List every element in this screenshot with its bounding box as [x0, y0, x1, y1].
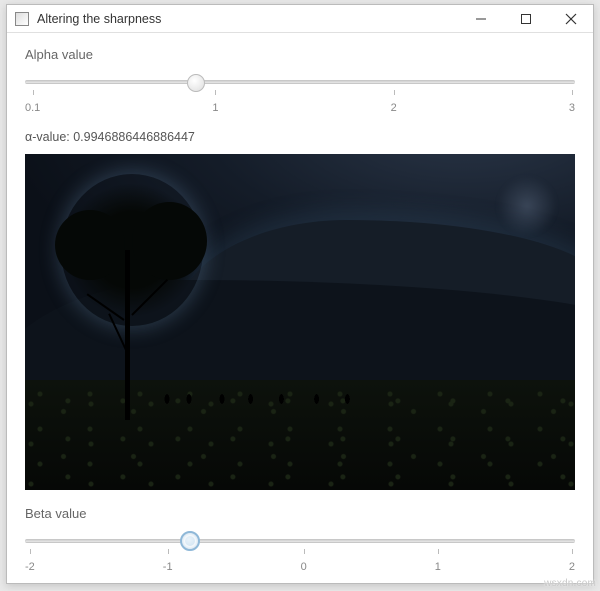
alpha-readout: α-value: 0.9946886446886447 [25, 130, 575, 144]
close-button[interactable] [548, 5, 593, 32]
alpha-label: Alpha value [25, 47, 575, 62]
alpha-slider-track [25, 80, 575, 84]
window-controls [458, 5, 593, 32]
tick-label: 0 [301, 561, 307, 573]
app-window: Altering the sharpness Alpha value 0.1 1 2… [6, 4, 594, 584]
beta-slider-track [25, 539, 575, 543]
alpha-slider-thumb[interactable] [187, 74, 205, 92]
window-title: Altering the sharpness [37, 12, 458, 26]
tick-label: 2 [569, 561, 575, 573]
titlebar[interactable]: Altering the sharpness [7, 5, 593, 33]
tick-label: 2 [391, 102, 397, 114]
tick-label: 3 [569, 102, 575, 114]
maximize-button[interactable] [503, 5, 548, 32]
app-icon [15, 12, 29, 26]
content-area: Alpha value 0.1 1 2 3 α-value: 0.9946886446… [7, 33, 593, 583]
tick-label: 1 [212, 102, 218, 114]
beta-slider-thumb[interactable] [180, 531, 200, 551]
tick-label: 1 [435, 561, 441, 573]
beta-slider[interactable] [25, 527, 575, 555]
beta-slider-ticks: -2 -1 0 1 2 [25, 561, 575, 573]
tick-label: 0.1 [25, 102, 40, 114]
beta-label: Beta value [25, 506, 575, 521]
alpha-slider[interactable] [25, 68, 575, 96]
tick-label: -2 [25, 561, 35, 573]
tick-label: -1 [163, 561, 173, 573]
minimize-button[interactable] [458, 5, 503, 32]
watermark: wsxdn.com [544, 578, 596, 589]
alpha-slider-ticks: 0.1 1 2 3 [25, 102, 575, 114]
image-preview [25, 154, 575, 490]
